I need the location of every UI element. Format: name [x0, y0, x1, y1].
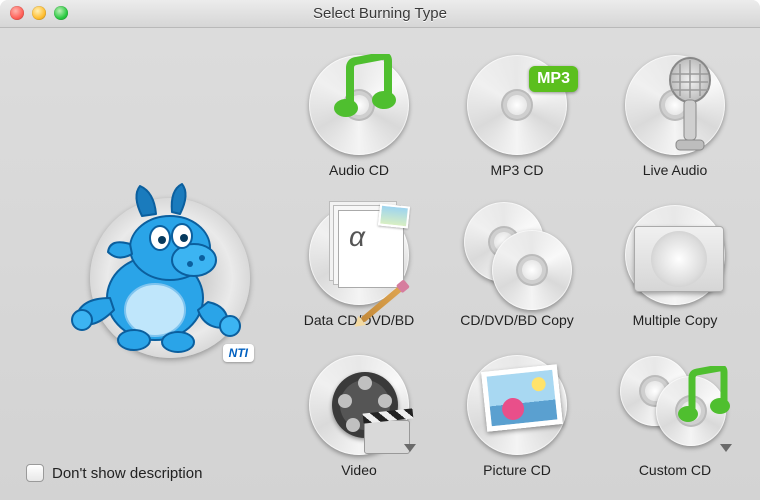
option-label: Video [341, 462, 377, 478]
zoom-button[interactable] [54, 6, 68, 20]
option-label: Multiple Copy [633, 312, 718, 328]
option-custom-cd[interactable]: Custom CD [600, 350, 750, 500]
disc-copy-icon [462, 200, 572, 310]
window-body: NTI Don't show description Audio CD [0, 28, 760, 500]
window: Select Burning Type [0, 0, 760, 500]
mp3-badge: MP3 [529, 66, 578, 92]
data-cd-icon: α [304, 200, 414, 310]
option-live-audio[interactable]: Live Audio [600, 50, 750, 200]
custom-cd-icon [620, 350, 730, 460]
window-title: Select Burning Type [0, 5, 760, 22]
left-pane: NTI Don't show description [0, 28, 284, 500]
documents-icon: α [338, 210, 404, 288]
multiple-copy-icon [620, 200, 730, 310]
music-note-icon [676, 366, 732, 428]
close-button[interactable] [10, 6, 24, 20]
microphone-icon [658, 56, 722, 156]
traffic-lights [10, 6, 68, 20]
option-data-cd[interactable]: α Data CD/DVD/BD [284, 200, 434, 350]
burning-type-grid: Audio CD MP3 MP3 CD [284, 28, 760, 500]
titlebar: Select Burning Type [0, 0, 760, 28]
mp3-cd-icon: MP3 [462, 50, 572, 160]
live-audio-icon [620, 50, 730, 160]
option-label: Custom CD [639, 462, 711, 478]
drive-tray-icon [634, 226, 724, 292]
option-multiple-copy[interactable]: Multiple Copy [600, 200, 750, 350]
picture-cd-icon [462, 350, 572, 460]
option-mp3-cd[interactable]: MP3 MP3 CD [442, 50, 592, 200]
minimize-button[interactable] [32, 6, 46, 20]
option-picture-cd[interactable]: Picture CD [442, 350, 592, 500]
dont-show-description-label: Don't show description [52, 465, 202, 482]
mascot: NTI [60, 168, 260, 368]
option-disc-copy[interactable]: CD/DVD/BD Copy [442, 200, 592, 350]
option-label: CD/DVD/BD Copy [460, 312, 574, 328]
option-audio-cd[interactable]: Audio CD [284, 50, 434, 200]
chevron-down-icon [720, 444, 732, 452]
option-label: Picture CD [483, 462, 551, 478]
option-label: Live Audio [643, 162, 708, 178]
dont-show-description-checkbox[interactable] [26, 464, 44, 482]
video-icon [304, 350, 414, 460]
option-label: Audio CD [329, 162, 389, 178]
chevron-down-icon [404, 444, 416, 452]
dragon-mascot-icon [60, 178, 250, 368]
brand-badge: NTI [223, 344, 254, 362]
music-note-icon [332, 54, 396, 126]
audio-cd-icon [304, 50, 414, 160]
option-label: MP3 CD [491, 162, 544, 178]
dont-show-description-row[interactable]: Don't show description [26, 464, 202, 482]
photo-icon [481, 364, 563, 432]
option-video[interactable]: Video [284, 350, 434, 500]
